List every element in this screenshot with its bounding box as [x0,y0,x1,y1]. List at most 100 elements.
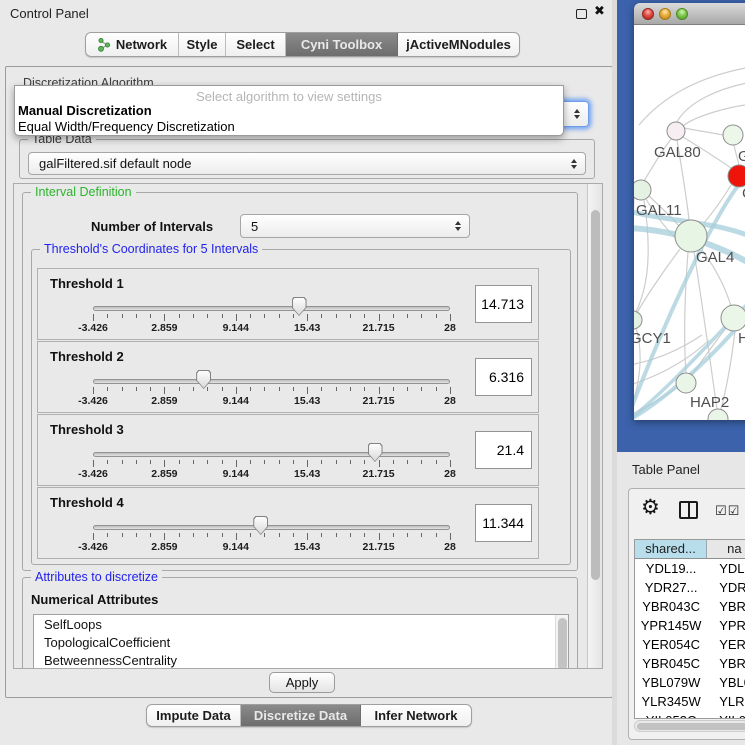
cell-shared-name[interactable]: YIL053C [635,711,707,719]
number-of-intervals-combo[interactable]: 5 [240,214,470,238]
horizontal-scrollbar[interactable] [634,720,745,732]
network-node[interactable] [721,305,745,331]
cell-name[interactable]: YBR0 [707,597,745,616]
threshold-4-slider-thumb[interactable] [253,516,268,535]
threshold-2-slider-thumb[interactable] [196,370,211,389]
network-node-selected[interactable] [728,165,745,187]
network-node[interactable] [634,180,651,200]
threshold-4-value-field[interactable]: 11.344 [475,504,532,542]
network-node[interactable] [676,373,696,393]
zoom-traffic-light-icon[interactable] [676,8,688,20]
vertical-scrollbar[interactable] [587,184,602,668]
network-node[interactable] [675,220,707,252]
slider-tick [250,314,251,318]
cell-name[interactable]: YER0 [707,635,745,654]
list-item[interactable]: TopologicalCoefficient [34,633,568,651]
threshold-2-slider-track[interactable] [93,379,450,384]
slider-tick [207,533,208,537]
table-data-combo[interactable]: galFiltered.sif default node [28,152,586,175]
tab-select[interactable]: Select [226,33,286,56]
slider-tick-label: 28 [444,322,456,334]
network-canvas[interactable]: GAL80 G C GAL11 GAL4 GCY1 H HAP2 [634,25,745,420]
node-label: GCY1 [634,330,671,347]
slider-tick [336,460,337,464]
threshold-3-slider-track[interactable] [93,452,450,457]
cell-shared-name[interactable]: YBR043C [635,597,707,616]
cell-shared-name[interactable]: YDR27... [635,578,707,597]
float-window-icon[interactable] [576,9,587,19]
threshold-1-slider-track[interactable] [93,306,450,311]
threshold-3-slider-thumb[interactable] [368,443,383,462]
tab-jactivemnodules[interactable]: jActiveMNodules [398,33,519,56]
slider-tick [264,387,265,391]
tab-network[interactable]: Network [86,33,179,56]
tab-cyni-toolbox[interactable]: Cyni Toolbox [286,33,398,56]
popup-option-manual-discretization[interactable]: Manual Discretization [18,103,152,118]
tab-style[interactable]: Style [179,33,226,56]
column-header-name[interactable]: na [707,540,745,558]
table-row[interactable]: YBR043C YBR0 [635,597,745,616]
combo-stepper-icon [455,221,461,231]
threshold-1-value-field[interactable]: 14.713 [475,285,532,323]
vertical-scrollbar-thumb[interactable] [591,210,600,580]
select-columns-icon[interactable]: ☑☑ [715,504,740,519]
network-node[interactable] [667,122,685,140]
table-row[interactable]: YBR045C YBR0 [635,654,745,673]
network-node[interactable] [634,311,642,329]
cell-shared-name[interactable]: YDL19... [635,559,707,578]
close-icon[interactable]: ✖ [594,4,605,19]
threshold-2-value-field[interactable]: 6.316 [475,358,532,396]
threshold-4-slider-track[interactable] [93,525,450,530]
tab-impute-data[interactable]: Impute Data [147,705,241,726]
cell-shared-name[interactable]: YBL079W [635,673,707,692]
list-item[interactable]: BetweennessCentrality [34,651,568,669]
table-row[interactable]: YLR345W YLR3 [635,692,745,711]
close-traffic-light-icon[interactable] [642,8,654,20]
tab-discretize-data[interactable]: Discretize Data [241,705,361,726]
table-row[interactable]: YDL19... YDL1 [635,559,745,578]
network-node[interactable] [723,125,743,145]
slider-tick [222,387,223,391]
popup-option-equal-width-frequency[interactable]: Equal Width/Frequency Discretization [18,119,235,134]
threshold-3-value-field[interactable]: 21.4 [475,431,532,469]
slider-tick [107,460,108,464]
minimize-traffic-light-icon[interactable] [659,8,671,20]
table-row[interactable]: YDR27... YDR2 [635,578,745,597]
table-row[interactable]: YBL079W YBL0 [635,673,745,692]
slider-tick [393,533,394,537]
cell-shared-name[interactable]: YLR345W [635,692,707,711]
cell-shared-name[interactable]: YBR045C [635,654,707,673]
cell-name[interactable]: YDL1 [707,559,745,578]
cell-shared-name[interactable]: YPR145W [635,616,707,635]
list-scrollbar[interactable] [555,615,568,669]
slider-tick [164,533,165,540]
slider-tick [321,533,322,537]
slider-tick [136,314,137,318]
cell-name[interactable]: YDR2 [707,578,745,597]
cell-name[interactable]: YBR0 [707,654,745,673]
slider-tick-label: 15.43 [294,468,320,480]
horizontal-scrollbar-thumb[interactable] [637,723,745,730]
slider-tick [236,314,237,321]
cell-name[interactable]: YBL0 [707,673,745,692]
gear-icon[interactable]: ⚙ [641,497,660,518]
cell-shared-name[interactable]: YER054C [635,635,707,654]
slider-tick [364,387,365,391]
slider-tick [407,314,408,318]
tab-infer-network[interactable]: Infer Network [361,705,471,726]
network-window-titlebar[interactable] [634,3,745,25]
cell-name[interactable]: YIL0 [707,711,745,719]
cell-name[interactable]: YLR3 [707,692,745,711]
list-item[interactable]: SelfLoops [34,615,568,633]
table-row[interactable]: YER054C YER0 [635,635,745,654]
slider-tick [222,460,223,464]
table-row[interactable]: YPR145W YPR1 [635,616,745,635]
cell-name[interactable]: YPR1 [707,616,745,635]
column-header-shared-name[interactable]: shared... [635,540,707,558]
table-panel: Table Panel ⚙ ☑☑ shared... na YDL19... Y… [617,452,745,745]
apply-button[interactable]: Apply [269,672,335,693]
list-scrollbar-thumb[interactable] [558,618,567,669]
split-columns-icon[interactable] [679,501,698,519]
table-row[interactable]: YIL053C YIL0 [635,711,745,719]
slider-tick [122,460,123,464]
